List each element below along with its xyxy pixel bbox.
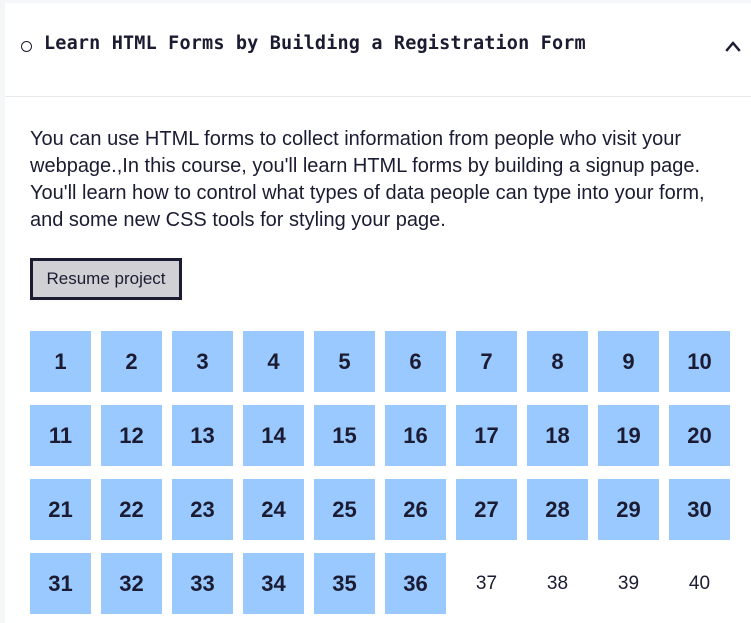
circle-icon xyxy=(21,41,32,52)
step-button[interactable]: 28 xyxy=(527,479,588,540)
step-button[interactable]: 19 xyxy=(598,405,659,466)
step-button[interactable]: 14 xyxy=(243,405,304,466)
chevron-up-icon[interactable] xyxy=(724,39,742,53)
step-button[interactable]: 39 xyxy=(598,553,659,614)
step-button[interactable]: 36 xyxy=(385,553,446,614)
step-button[interactable]: 23 xyxy=(172,479,233,540)
step-button[interactable]: 27 xyxy=(456,479,517,540)
step-button[interactable]: 35 xyxy=(314,553,375,614)
step-button[interactable]: 37 xyxy=(456,553,517,614)
step-button[interactable]: 17 xyxy=(456,405,517,466)
step-button[interactable]: 9 xyxy=(598,331,659,392)
step-button[interactable]: 10 xyxy=(669,331,730,392)
step-button[interactable]: 1 xyxy=(30,331,91,392)
step-button[interactable]: 4 xyxy=(243,331,304,392)
step-button[interactable]: 34 xyxy=(243,553,304,614)
step-button[interactable]: 32 xyxy=(101,553,162,614)
course-block-card: Learn HTML Forms by Building a Registrat… xyxy=(5,3,751,623)
step-button[interactable]: 16 xyxy=(385,405,446,466)
step-button[interactable]: 20 xyxy=(669,405,730,466)
step-button[interactable]: 26 xyxy=(385,479,446,540)
step-button[interactable]: 7 xyxy=(456,331,517,392)
block-description: You can use HTML forms to collect inform… xyxy=(30,128,705,231)
step-button[interactable]: 25 xyxy=(314,479,375,540)
step-button[interactable]: 22 xyxy=(101,479,162,540)
step-grid: 1 2 3 4 5 6 7 8 9 10 11 12 13 14 15 16 17 18 19 20 21 22 23 24 2… xyxy=(30,331,730,614)
step-button[interactable]: 30 xyxy=(669,479,730,540)
step-button[interactable]: 29 xyxy=(598,479,659,540)
step-button[interactable]: 11 xyxy=(30,405,91,466)
block-header[interactable]: Learn HTML Forms by Building a Registrat… xyxy=(5,3,751,97)
step-button[interactable]: 8 xyxy=(527,331,588,392)
step-button[interactable]: 31 xyxy=(30,553,91,614)
step-button[interactable]: 40 xyxy=(669,553,730,614)
step-button[interactable]: 2 xyxy=(101,331,162,392)
step-button[interactable]: 18 xyxy=(527,405,588,466)
step-button[interactable]: 3 xyxy=(172,331,233,392)
step-button[interactable]: 15 xyxy=(314,405,375,466)
step-button[interactable]: 24 xyxy=(243,479,304,540)
step-button[interactable]: 13 xyxy=(172,405,233,466)
resume-project-button[interactable]: Resume project xyxy=(30,258,182,300)
step-button[interactable]: 38 xyxy=(527,553,588,614)
step-button[interactable]: 12 xyxy=(101,405,162,466)
step-button[interactable]: 6 xyxy=(385,331,446,392)
step-button[interactable]: 21 xyxy=(30,479,91,540)
step-button[interactable]: 5 xyxy=(314,331,375,392)
step-button[interactable]: 33 xyxy=(172,553,233,614)
block-title: Learn HTML Forms by Building a Registrat… xyxy=(44,33,586,54)
